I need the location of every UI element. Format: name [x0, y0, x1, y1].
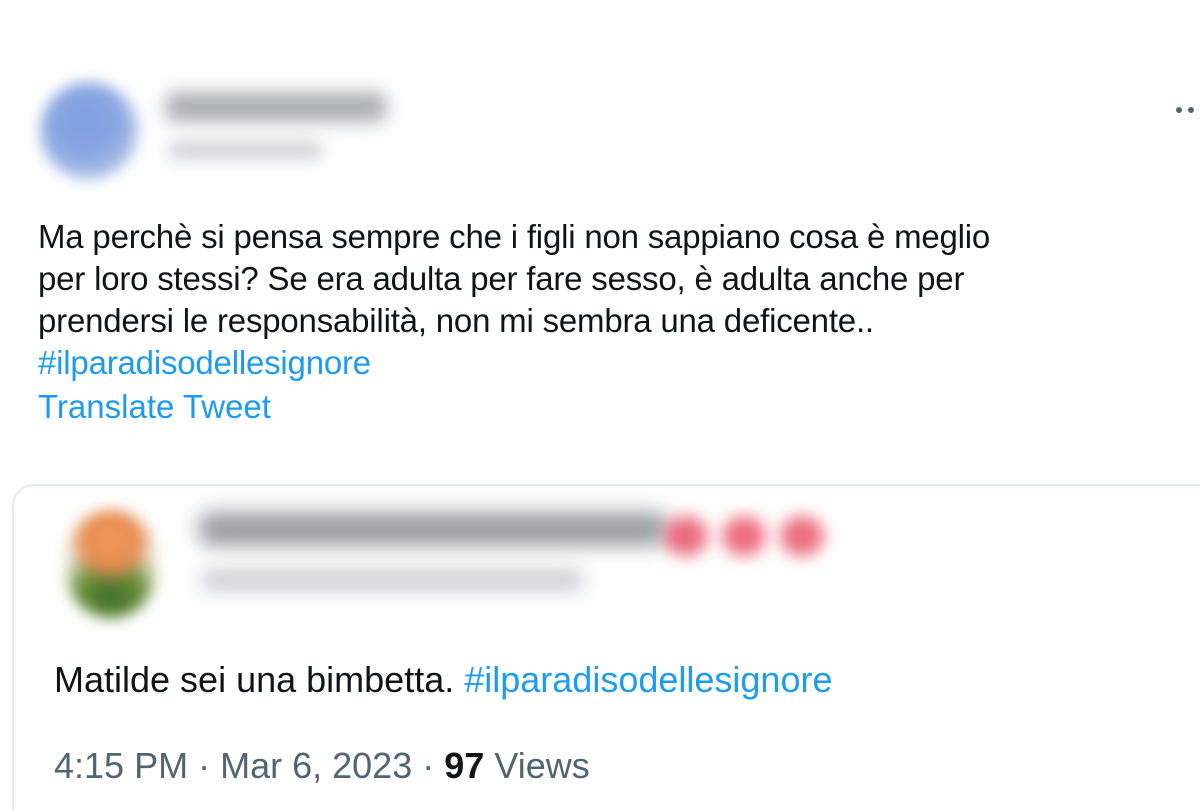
quoted-author-name-blurred [198, 512, 668, 546]
tweet-text-line: prendersi le responsabilità, non mi semb… [38, 302, 874, 339]
author-avatar[interactable] [40, 82, 138, 180]
hashtag-link[interactable]: #ilparadisodellesignore [38, 342, 1188, 384]
quoted-name-emoji-blurred [722, 516, 766, 556]
tweet-date[interactable]: Mar 6, 2023 [220, 745, 412, 786]
quoted-hashtag-link[interactable]: #ilparadisodellesignore [464, 659, 832, 700]
tweet-text-line: Ma perchè si pensa sempre che i figli no… [38, 218, 991, 255]
author-name-blurred[interactable] [165, 92, 387, 122]
quoted-author-avatar[interactable] [66, 510, 156, 618]
quoted-name-emoji-blurred [664, 516, 708, 556]
quoted-text-body: Matilde sei una bimbetta. [54, 659, 455, 700]
views-count: 97 [444, 745, 485, 786]
translate-tweet-link[interactable]: Translate Tweet [38, 386, 271, 428]
tweet-time[interactable]: 4:15 PM [54, 745, 188, 786]
tweet-text: Ma perchè si pensa sempre che i figli no… [38, 216, 1188, 384]
author-handle-blurred[interactable] [168, 140, 323, 160]
meta-separator: · [198, 745, 211, 786]
meta-separator: · [422, 745, 435, 786]
tweet-screenshot: Ma perchè si pensa sempre che i figli no… [0, 0, 1200, 810]
tweet-meta: 4:15 PM · Mar 6, 2023 · 97 Views [54, 743, 590, 789]
quoted-name-emoji-blurred [780, 516, 824, 556]
quoted-tweet-text: Matilde sei una bimbetta. #ilparadisodel… [54, 657, 832, 703]
tweet-text-line: per loro stessi? Se era adulta per fare … [38, 260, 965, 297]
quoted-author-handle-blurred [200, 568, 585, 592]
more-options-icon[interactable] [1176, 104, 1200, 116]
views-label: Views [494, 745, 590, 786]
